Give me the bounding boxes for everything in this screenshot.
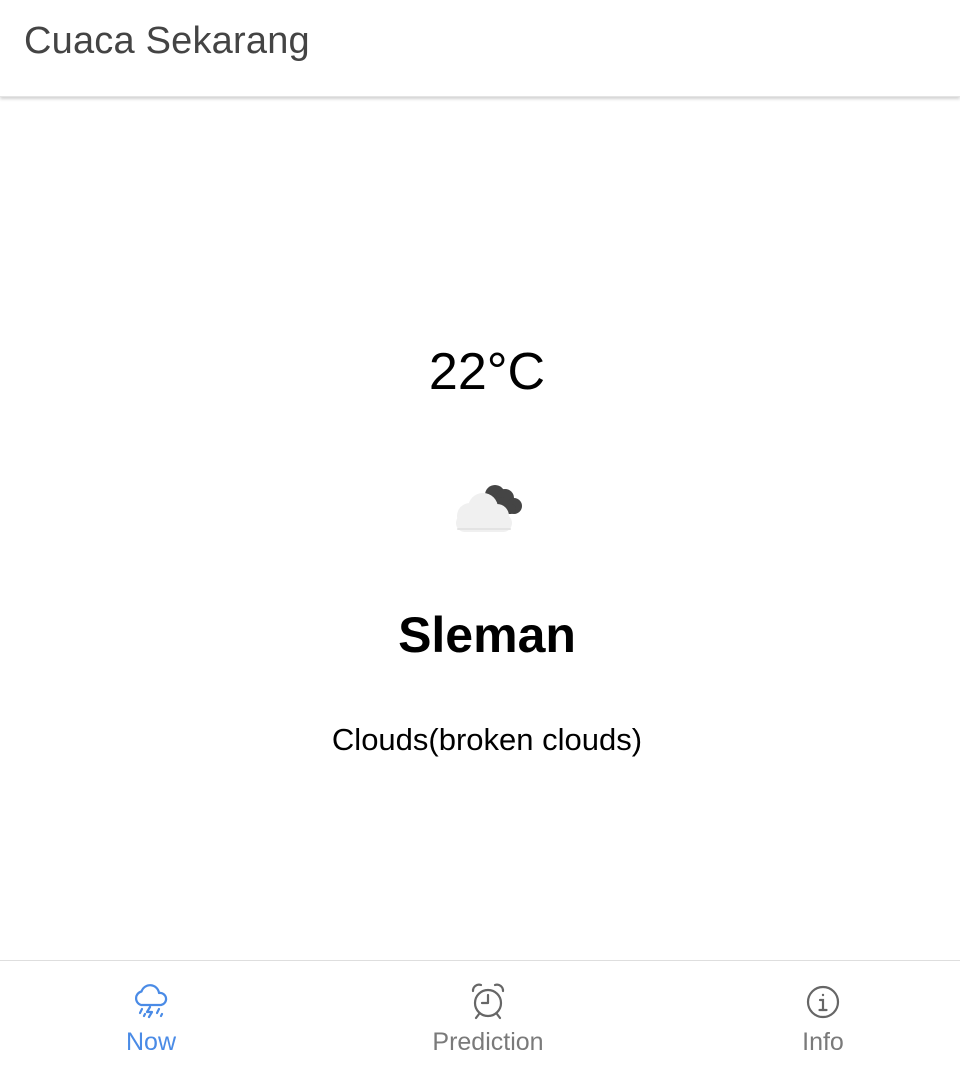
tab-now-label: Now (125, 1028, 176, 1056)
app-screen: Cuaca Sekarang 22°C Sleman Clouds(broken… (0, 0, 960, 1070)
page-title: Cuaca Sekarang (24, 20, 310, 62)
city-name: Sleman (398, 607, 576, 663)
tab-info-label: Info (802, 1028, 844, 1056)
current-weather-panel: 22°C Sleman Clouds(broken clouds) (0, 98, 960, 960)
app-header: Cuaca Sekarang (0, 0, 960, 97)
alarm-clock-icon (471, 983, 505, 1020)
info-circle-icon (806, 985, 840, 1019)
tab-prediction[interactable]: Prediction (388, 961, 588, 1070)
weather-condition: Clouds(broken clouds) (331, 722, 643, 757)
bottom-tab-bar: Now Prediction Info (0, 960, 960, 1070)
tab-now[interactable]: Now (51, 961, 251, 1070)
tab-prediction-label: Prediction (432, 1028, 544, 1056)
broken-clouds-icon (456, 485, 522, 532)
tab-info[interactable]: Info (723, 961, 923, 1070)
cloud-rain-lightning-icon (135, 984, 168, 1019)
temperature-value: 22°C (428, 343, 546, 401)
